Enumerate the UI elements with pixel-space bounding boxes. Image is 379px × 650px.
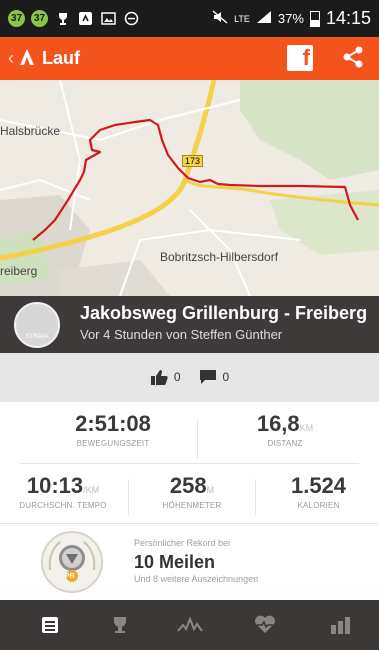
achievement-caption: Persönlicher Rekord bei <box>134 538 231 548</box>
stat-label: DISTANZ <box>267 439 303 448</box>
stat-label: KALORIEN <box>297 501 340 510</box>
nav-analysis[interactable] <box>310 600 370 650</box>
route-map[interactable]: Halsbrücke 173 Bobritzsch-Hilbersdorf re… <box>0 80 379 296</box>
stat-distance: 16,8KM DISTANZ <box>210 411 360 448</box>
gallery-icon <box>100 10 117 27</box>
clock: 14:15 <box>325 8 371 28</box>
bottom-nav <box>0 600 379 650</box>
activity-subtitle: Vor 4 Stunden von Steffen Günther <box>80 327 283 342</box>
activity-header: STRAVA Jakobsweg Grillenburg - Freiberg … <box>0 296 379 353</box>
pr-badge-text: PR <box>65 573 75 580</box>
overview-icon <box>42 617 58 633</box>
nav-overview[interactable] <box>20 600 80 650</box>
trophy-icon <box>114 617 126 633</box>
facebook-share-button[interactable]: f <box>287 45 313 71</box>
stat-value: 10:13 <box>26 473 84 498</box>
medal-icon: PR <box>40 530 104 599</box>
strava-logo-icon[interactable] <box>18 45 38 72</box>
battery-icon <box>309 10 320 27</box>
stat-unit: /KM <box>83 485 100 495</box>
map-label-town: reiberg <box>0 264 38 278</box>
do-not-disturb-icon <box>123 10 140 27</box>
stat-unit: M <box>206 485 215 495</box>
social-bar: 0 0 <box>0 353 379 401</box>
stat-value: 258 <box>169 473 207 498</box>
notification-icon: 37 <box>31 10 48 27</box>
strava-notification-icon <box>77 10 94 27</box>
stat-value: 1.524 <box>290 473 347 498</box>
activity-title: Jakobsweg Grillenburg - Freiberg <box>80 303 368 323</box>
thumbs-up-icon <box>150 370 168 385</box>
battery-percent: 37% <box>277 11 304 26</box>
stat-label: DURCHSCHN. TEMPO <box>19 501 107 510</box>
achievement-row[interactable]: PR Persönlicher Rekord bei 10 Meilen Und… <box>0 523 379 600</box>
map-label-town: Bobritzsch-Hilbersdorf <box>160 250 279 264</box>
stat-elevation: 258M HÖHENMETER <box>130 473 254 510</box>
page-title: Lauf <box>42 48 80 68</box>
nav-pace[interactable] <box>160 600 220 650</box>
avatar-text: STRAVA <box>25 334 49 340</box>
heart-icon <box>255 615 275 633</box>
comments-button[interactable]: 0 <box>199 369 230 385</box>
status-bar: 37 37 LTE 37% 14:15 <box>0 0 379 37</box>
trophy-icon <box>54 10 71 27</box>
avatar[interactable]: STRAVA <box>14 302 60 348</box>
comment-icon <box>199 370 216 384</box>
pace-icon <box>177 616 203 632</box>
stat-calories: 1.524 KALORIEN <box>258 473 379 510</box>
kudos-count: 0 <box>173 370 181 384</box>
stats-panel: 2:51:08 BEWEGUNGSZEIT 16,8KM DISTANZ 10:… <box>0 401 379 523</box>
stat-pace: 10:13/KM DURCHSCHN. TEMPO <box>0 473 126 510</box>
stat-unit: KM <box>299 423 314 433</box>
stat-label: BEWEGUNGSZEIT <box>76 439 150 448</box>
mute-icon <box>212 10 228 27</box>
signal-icon <box>256 10 272 27</box>
notification-icon: 37 <box>8 10 25 27</box>
chart-icon <box>331 617 350 634</box>
nav-heart-rate[interactable] <box>235 600 295 650</box>
stat-value: 16,8 <box>256 411 300 436</box>
map-road-number: 173 <box>182 155 204 167</box>
stat-value: 2:51:08 <box>75 411 151 436</box>
achievement-title: 10 Meilen <box>134 552 216 572</box>
kudos-button[interactable]: 0 <box>150 369 181 385</box>
map-label-town: Halsbrücke <box>0 124 61 138</box>
stat-moving-time: 2:51:08 BEWEGUNGSZEIT <box>38 411 188 448</box>
achievement-more: Und 8 weitere Auszeichnungen <box>134 574 259 584</box>
comments-count: 0 <box>222 370 230 384</box>
share-button[interactable] <box>341 45 365 74</box>
nav-achievements[interactable] <box>90 600 150 650</box>
stat-label: HÖHENMETER <box>162 501 222 510</box>
back-icon[interactable]: ‹ <box>0 48 14 69</box>
network-type: LTE <box>234 13 250 24</box>
app-bar: ‹ Lauf f <box>0 37 379 80</box>
